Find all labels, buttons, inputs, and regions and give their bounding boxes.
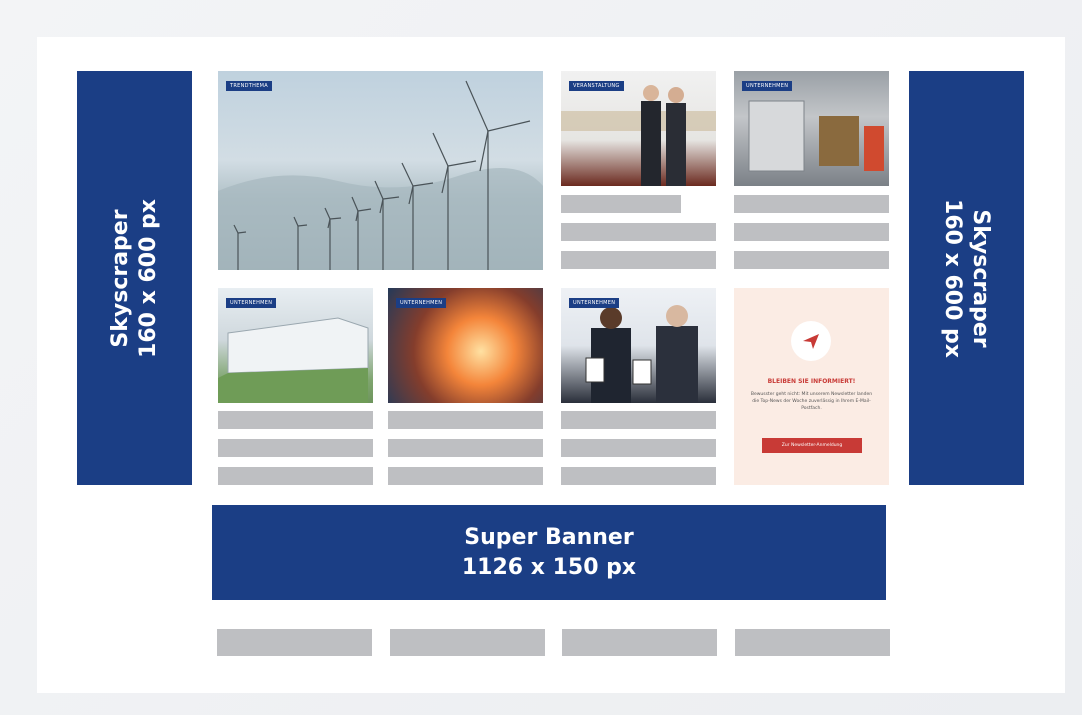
- placeholder-block: [562, 629, 717, 656]
- newsletter-teaser[interactable]: BLEIBEN SIE INFORMIERT! Bewusster geht n…: [734, 288, 889, 485]
- category-tag: UNTERNEHMEN: [569, 298, 620, 308]
- newsletter-signup-button[interactable]: Zur Newsletter-Anmeldung: [762, 438, 862, 453]
- super-banner-label: Super Banner: [464, 524, 634, 550]
- placeholder-line: [388, 439, 543, 457]
- skyscraper-ad-right[interactable]: Skyscraper 160 x 600 px: [909, 71, 1024, 485]
- placeholder-line: [218, 467, 373, 485]
- paper-plane-icon: [803, 334, 819, 349]
- placeholder-block: [217, 629, 372, 656]
- newsletter-title: BLEIBEN SIE INFORMIERT!: [767, 378, 856, 385]
- placeholder-line: [734, 251, 889, 269]
- placeholder-line: [561, 467, 716, 485]
- wind-turbines-illustration: [218, 80, 543, 270]
- placeholder-line: [561, 251, 716, 269]
- article-image-event[interactable]: VERANSTALTUNG: [561, 71, 716, 186]
- article-image-building[interactable]: UNTERNEHMEN: [218, 288, 373, 403]
- category-tag: TRENDTHEMA: [226, 81, 272, 91]
- article-image-signing[interactable]: UNTERNEHMEN: [561, 288, 716, 403]
- placeholder-block: [735, 629, 890, 656]
- placeholder-line: [561, 223, 716, 241]
- placeholder-line: [218, 411, 373, 429]
- super-banner-ad[interactable]: Super Banner 1126 x 150 px: [212, 505, 886, 600]
- placeholder-line: [218, 439, 373, 457]
- placeholder-line: [734, 223, 889, 241]
- category-tag: VERANSTALTUNG: [569, 81, 624, 91]
- placeholder-line: [561, 439, 716, 457]
- super-banner-size: 1126 x 150 px: [461, 554, 637, 580]
- article-image-machine[interactable]: UNTERNEHMEN: [734, 71, 889, 186]
- newsletter-body: Bewusster geht nicht: Mit unserem Newsle…: [750, 392, 873, 411]
- article-image-furnace[interactable]: UNTERNEHMEN: [388, 288, 543, 403]
- placeholder-line: [388, 411, 543, 429]
- article-image-wind-turbines[interactable]: TRENDTHEMA: [218, 71, 543, 270]
- placeholder-block: [390, 629, 545, 656]
- skyscraper-ad-left[interactable]: Skyscraper 160 x 600 px: [77, 71, 192, 485]
- skyscraper-right-label: Skyscraper 160 x 600 px: [940, 198, 994, 358]
- newsletter-icon-wrap: [791, 321, 831, 361]
- category-tag: UNTERNEHMEN: [226, 298, 277, 308]
- category-tag: UNTERNEHMEN: [742, 81, 793, 91]
- placeholder-line: [561, 411, 716, 429]
- category-tag: UNTERNEHMEN: [396, 298, 447, 308]
- placeholder-line: [734, 195, 889, 213]
- skyscraper-left-label: Skyscraper 160 x 600 px: [108, 198, 161, 358]
- placeholder-line: [388, 467, 543, 485]
- placeholder-line: [561, 195, 681, 213]
